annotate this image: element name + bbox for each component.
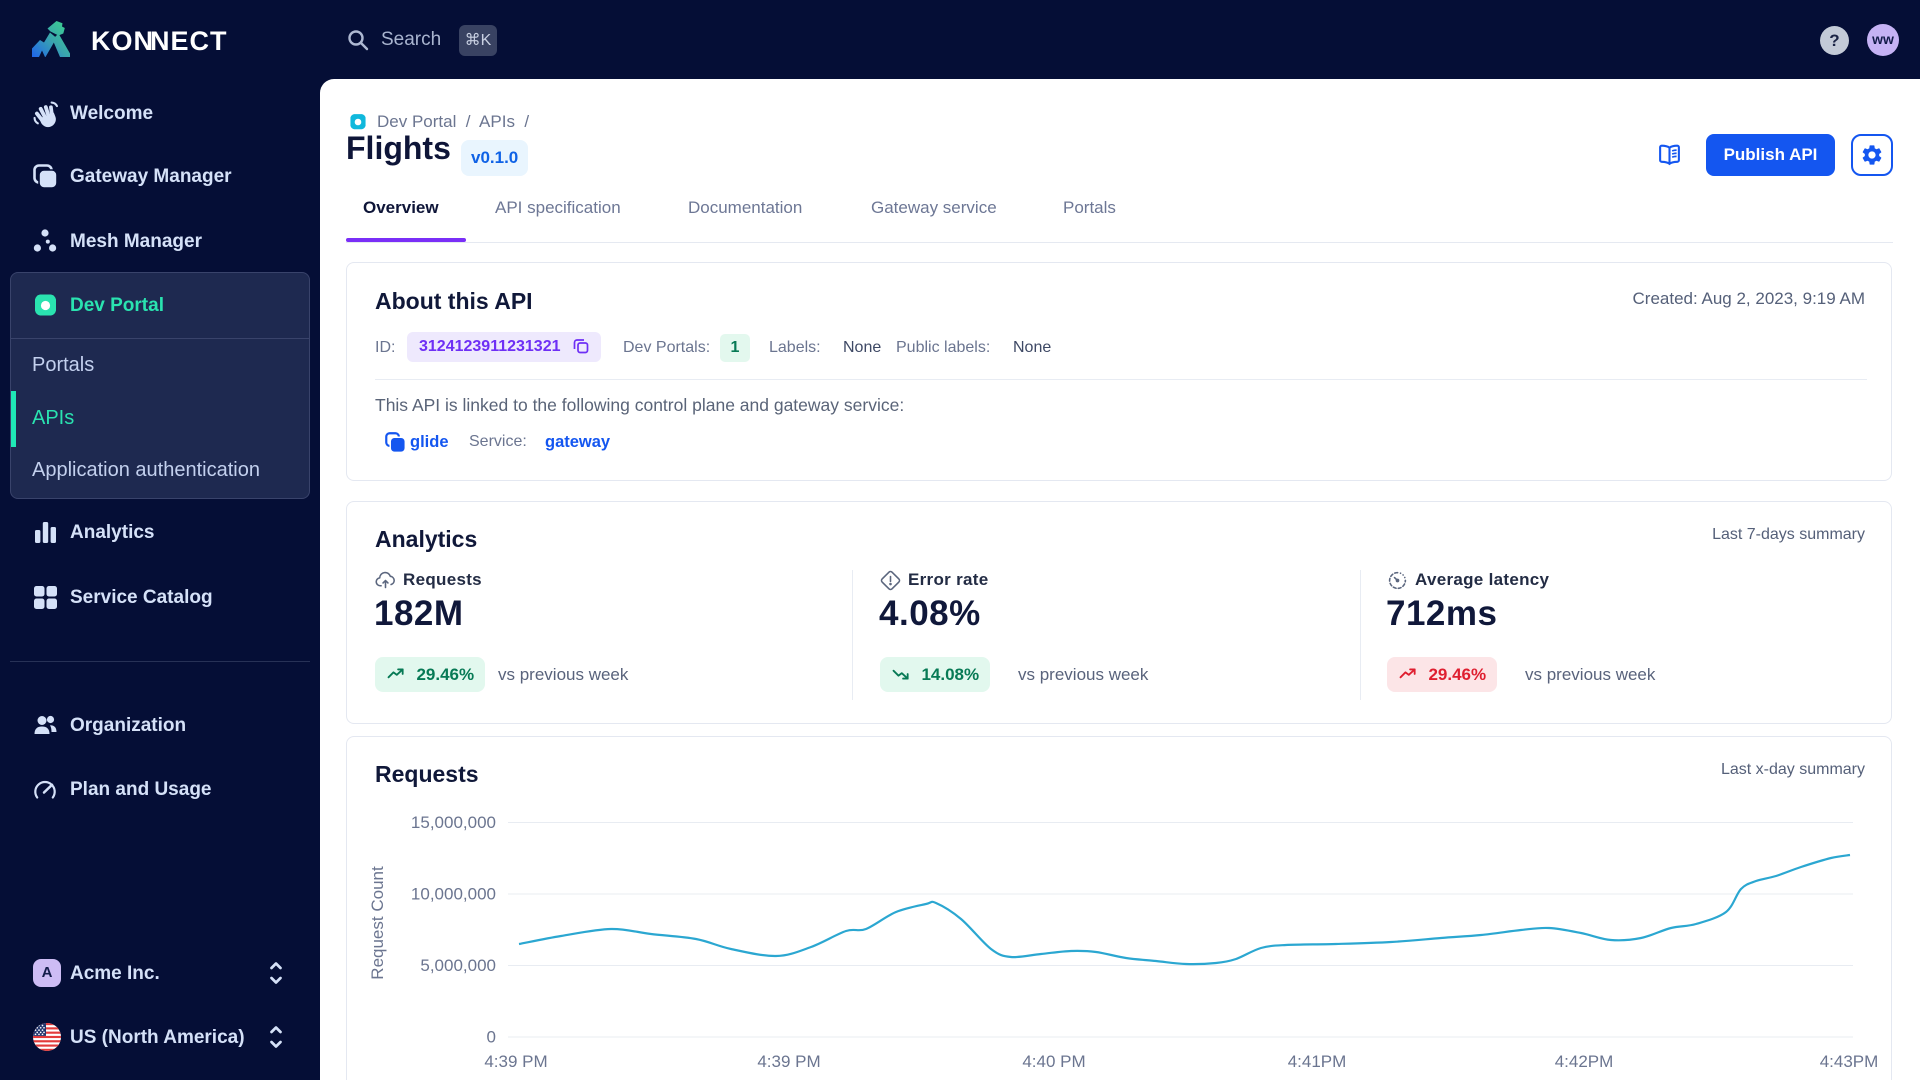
svg-text:4:40 PM: 4:40 PM	[1022, 1052, 1085, 1071]
svg-text:4:41PM: 4:41PM	[1288, 1052, 1347, 1071]
svg-text:4:39 PM: 4:39 PM	[484, 1052, 547, 1071]
svg-text:4:42PM: 4:42PM	[1555, 1052, 1614, 1071]
svg-text:15,000,000: 15,000,000	[411, 813, 496, 832]
svg-text:0: 0	[487, 1028, 496, 1047]
svg-text:4:43PM: 4:43PM	[1820, 1052, 1879, 1071]
svg-text:4:39 PM: 4:39 PM	[757, 1052, 820, 1071]
svg-text:5,000,000: 5,000,000	[420, 956, 496, 975]
svg-text:Request Count: Request Count	[368, 866, 387, 980]
svg-text:10,000,000: 10,000,000	[411, 885, 496, 904]
